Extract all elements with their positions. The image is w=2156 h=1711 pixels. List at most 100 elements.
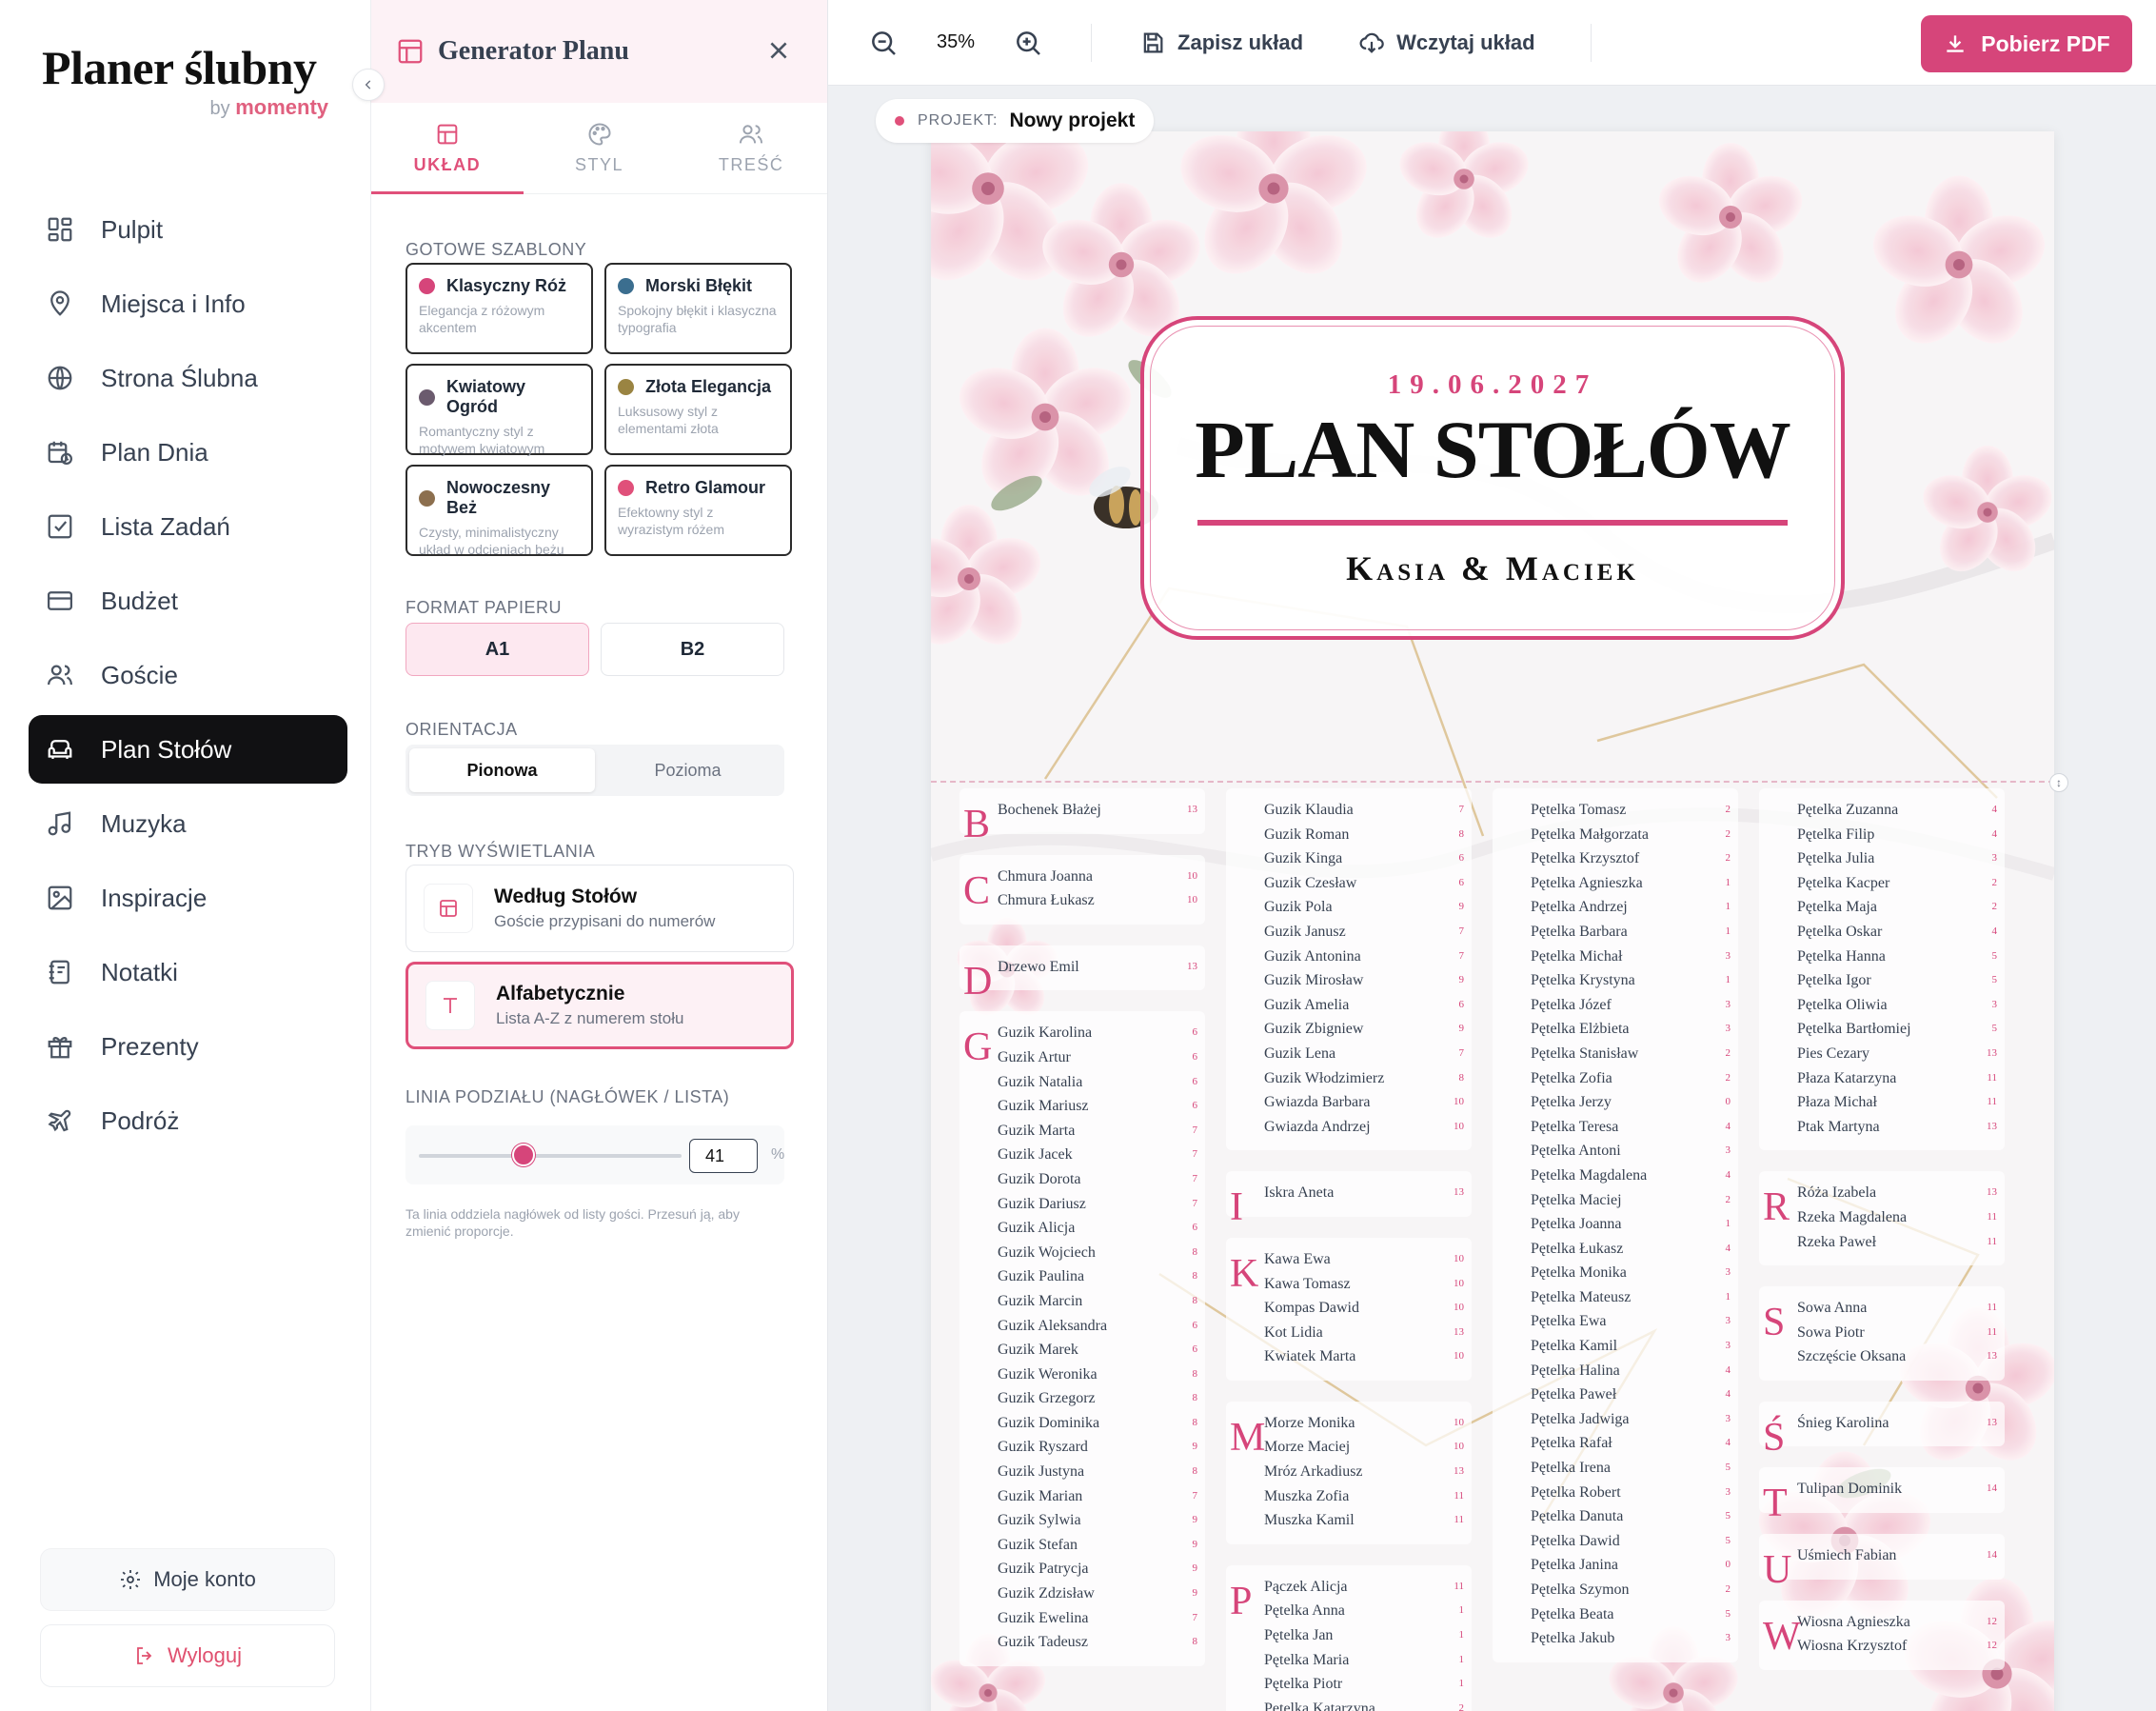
zoom-out-icon[interactable] xyxy=(868,28,899,58)
guest-name: Pączek Alicja xyxy=(1264,1578,1348,1595)
template-card[interactable]: Morski Błękit Spokojny błękit i klasyczna… xyxy=(604,263,792,354)
sidebar-item-podroz[interactable]: Podróż xyxy=(29,1086,347,1155)
tab-content[interactable]: TREŚĆ xyxy=(675,103,827,193)
template-description: Elegancja z różowym akcentem xyxy=(419,303,545,335)
sidebar-item-lista-zadan[interactable]: Lista Zadań xyxy=(29,492,347,561)
sidebar-item-prezenty[interactable]: Prezenty xyxy=(29,1012,347,1081)
orientation-portrait-button[interactable]: Pionowa xyxy=(409,748,595,792)
template-card[interactable]: Nowoczesny Beż Czysty, minimalistyczny uk… xyxy=(405,465,593,557)
orientation-landscape-button[interactable]: Pozioma xyxy=(595,748,781,792)
table-number: 1 xyxy=(1725,1290,1731,1303)
image-icon xyxy=(48,885,72,910)
table-number: 8 xyxy=(1192,1465,1198,1478)
sidebar-item-inspiracje[interactable]: Inspiracje xyxy=(29,864,347,932)
table-number: 3 xyxy=(1725,1266,1731,1279)
table-number: 6 xyxy=(1192,1026,1198,1039)
template-card[interactable]: Złota Elegancja Luksusowy styl z elementa… xyxy=(604,364,792,455)
table-number: 9 xyxy=(1192,1562,1198,1575)
letter-group: C Chmura Joanna 10 Chmura Łukasz 10 xyxy=(959,854,1205,925)
guest-name: Guzik Antonina xyxy=(1264,947,1361,965)
project-name[interactable]: Nowy projekt xyxy=(1009,109,1135,132)
table-number: 9 xyxy=(1458,901,1465,913)
split-value-input[interactable]: 41 xyxy=(689,1139,758,1173)
sidebar-item-muzyka[interactable]: Muzyka xyxy=(29,789,347,858)
template-name: Klasyczny Róż xyxy=(446,276,567,295)
table-number: 5 xyxy=(1725,1534,1731,1546)
tab-style[interactable]: STYL xyxy=(524,103,676,193)
sidebar-item-pulpit[interactable]: Pulpit xyxy=(29,195,347,264)
paper-format-group: A1 B2 xyxy=(405,623,784,676)
letter-group: W Wiosna Agnieszka 12 Wiosna Krzysztof 12 xyxy=(1759,1600,2005,1670)
split-slider-box: 41 % xyxy=(405,1125,784,1184)
mode-alphabetical[interactable]: Alfabetycznie Lista A-Z z numerem stołu xyxy=(405,962,794,1049)
table-number: 7 xyxy=(1192,1197,1198,1209)
download-pdf-button[interactable]: Pobierz PDF xyxy=(1921,15,2132,72)
template-card[interactable]: Kwiatowy Ogród Romantyczny styl z motywem… xyxy=(405,364,593,456)
sidebar-item-plan-dnia[interactable]: Plan Dnia xyxy=(29,418,347,487)
table-number: 4 xyxy=(1725,1168,1731,1181)
type-icon xyxy=(444,998,457,1013)
table-number: 3 xyxy=(1725,998,1731,1010)
guest-name: Ptak Martyna xyxy=(1797,1118,1880,1135)
tab-layout[interactable]: UKŁAD xyxy=(371,103,524,194)
split-slider-track[interactable] xyxy=(419,1154,682,1158)
guest-row: Guzik Mariusz 6 xyxy=(998,1094,1205,1119)
guest-row: Guzik Aleksandra 6 xyxy=(998,1314,1205,1339)
guest-name: Guzik Weronika xyxy=(998,1365,1098,1383)
letter-group: Guzik Klaudia 7 Guzik Roman 8 Guzik Kinga 6 Gu… xyxy=(1226,788,1472,1151)
calendar-clock-icon xyxy=(48,441,72,465)
guest-row: Guzik Marek 6 xyxy=(998,1338,1205,1363)
split-line[interactable] xyxy=(931,781,2054,783)
guest-row: Muszka Kamil 11 xyxy=(1264,1508,1472,1533)
letter-group: Ś Śnieg Karolina 13 xyxy=(1759,1401,2005,1460)
my-account-button[interactable]: Moje konto xyxy=(40,1548,335,1611)
table-number: 6 xyxy=(1192,1050,1198,1063)
table-number: 3 xyxy=(1725,949,1731,962)
guest-name: Pętelka Robert xyxy=(1531,1483,1621,1501)
paper-a1-button[interactable]: A1 xyxy=(405,623,589,676)
guest-name: Kawa Tomasz xyxy=(1264,1275,1351,1292)
sidebar-item-strona-slubna[interactable]: Strona Ślubna xyxy=(29,344,347,412)
poster-title-card[interactable]: 19.06.2027 PLAN STOŁÓW Kasia & Maciek xyxy=(1140,316,1845,640)
guest-name: Drzewo Emil xyxy=(998,958,1079,975)
sidebar-item-notatki[interactable]: Notatki xyxy=(29,938,347,1006)
guest-name: Pętelka Antoni xyxy=(1531,1143,1621,1160)
guest-name: Guzik Artur xyxy=(998,1048,1071,1065)
guest-row: Pętelka Antoni 3 xyxy=(1531,1139,1738,1164)
sidebar-item-label: Prezenty xyxy=(101,1031,199,1061)
guest-row: Kawa Tomasz 10 xyxy=(1264,1272,1472,1297)
logout-button[interactable]: Wyloguj xyxy=(40,1624,335,1687)
guest-name: Guzik Patrycja xyxy=(998,1561,1089,1578)
guest-row: Pętelka Igor 5 xyxy=(1797,968,2005,993)
table-number: 4 xyxy=(1725,1388,1731,1401)
guest-name: Guzik Czesław xyxy=(1264,874,1357,891)
template-card[interactable]: Retro Glamour Efektowny styl z wyrazistym… xyxy=(604,465,792,556)
guest-row: Bochenek Błażej 13 xyxy=(998,798,1205,823)
load-layout-button[interactable]: Wczytaj układ xyxy=(1358,30,1535,56)
sidebar-item-budzet[interactable]: Budżet xyxy=(29,567,347,635)
sidebar-item-miejsca-i-info[interactable]: Miejsca i Info xyxy=(29,269,347,338)
mode-by-tables[interactable]: Według Stołów Goście przypisani do numer… xyxy=(405,865,794,952)
collapse-panel-button[interactable] xyxy=(352,69,385,101)
guest-row: Pętelka Halina 4 xyxy=(1531,1359,1738,1383)
table-number: 5 xyxy=(1725,1510,1731,1522)
group-letter: U xyxy=(1763,1548,1792,1593)
sidebar: Planer ślubny by momenty Pulpit Miejsca i… xyxy=(0,0,371,1711)
paper-b2-button[interactable]: B2 xyxy=(601,623,784,676)
table-number: 0 xyxy=(1725,1096,1731,1108)
zoom-in-icon[interactable] xyxy=(1013,28,1043,58)
panel-tabs: UKŁAD STYL TREŚĆ xyxy=(371,103,827,194)
guest-row: Pętelka Filip 4 xyxy=(1797,823,2005,847)
save-layout-button[interactable]: Zapisz układ xyxy=(1139,30,1303,56)
brand-logo: Planer ślubny xyxy=(42,41,317,94)
sidebar-item-plan-stolow[interactable]: Plan Stołów xyxy=(29,715,347,784)
template-card[interactable]: Klasyczny Róż Elegancja z różowym akcente… xyxy=(405,263,593,354)
sidebar-item-goscie[interactable]: Goście xyxy=(29,641,347,709)
split-drag-handle[interactable]: ↕ xyxy=(2049,773,2068,792)
project-pill: PROJEKT: Nowy projekt xyxy=(876,99,1155,143)
split-slider-handle[interactable] xyxy=(512,1144,535,1166)
template-name: Kwiatowy Ogród xyxy=(446,377,526,416)
close-icon[interactable] xyxy=(766,38,791,63)
guest-row: Pętelka Danuta 5 xyxy=(1531,1504,1738,1529)
guest-name: Guzik Mirosław xyxy=(1264,972,1364,989)
